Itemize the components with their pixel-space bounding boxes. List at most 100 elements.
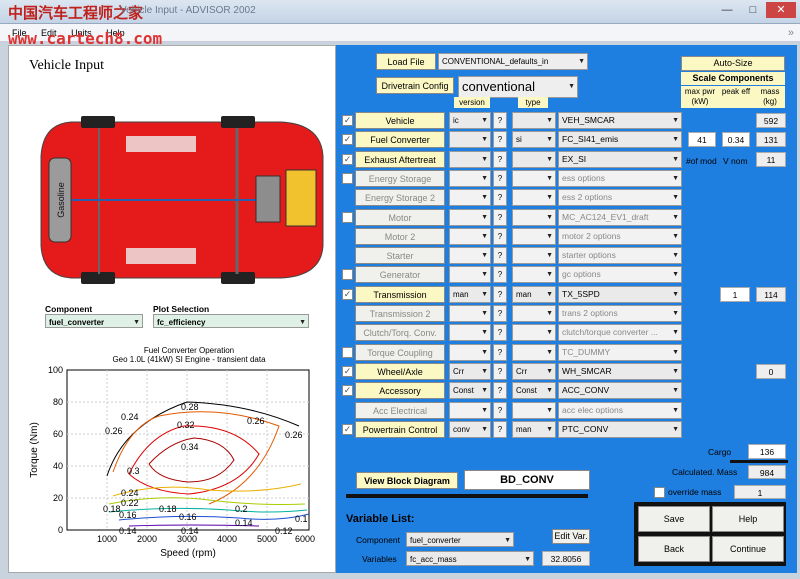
- version-select[interactable]: ▼: [449, 324, 491, 341]
- component-checkbox[interactable]: [342, 269, 353, 280]
- component-file-select[interactable]: ACC_CONV ▼: [558, 382, 682, 399]
- minimize-icon[interactable]: —: [714, 2, 740, 18]
- view-block-diagram-button[interactable]: View Block Diagram: [356, 472, 458, 489]
- override-mass-value[interactable]: 1: [734, 485, 786, 499]
- type-select[interactable]: Const ▼: [512, 382, 556, 399]
- component-button[interactable]: Energy Storage 2: [355, 189, 445, 206]
- type-select[interactable]: ▼: [512, 324, 556, 341]
- component-button[interactable]: Transmission 2: [355, 305, 445, 322]
- version-help-button[interactable]: ?: [493, 247, 507, 264]
- version-select[interactable]: Const ▼: [449, 382, 491, 399]
- type-select[interactable]: ▼: [512, 151, 556, 168]
- component-file-select[interactable]: PTC_CONV ▼: [558, 421, 682, 438]
- component-file-select[interactable]: FC_SI41_emis ▼: [558, 131, 682, 148]
- component-button[interactable]: Transmission: [355, 286, 445, 303]
- version-help-button[interactable]: ?: [493, 421, 507, 438]
- component-file-select[interactable]: clutch/torque converter ... ▼: [558, 324, 682, 341]
- component-button[interactable]: Powertrain Control: [355, 421, 445, 438]
- type-select[interactable]: ▼: [512, 228, 556, 245]
- type-select[interactable]: Crr ▼: [512, 363, 556, 380]
- component-file-select[interactable]: trans 2 options ▼: [558, 305, 682, 322]
- component-file-select[interactable]: VEH_SMCAR ▼: [558, 112, 682, 129]
- type-select[interactable]: ▼: [512, 402, 556, 419]
- version-help-button[interactable]: ?: [493, 286, 507, 303]
- component-checkbox[interactable]: ✓: [342, 366, 353, 377]
- component-file-select[interactable]: starter options ▼: [558, 247, 682, 264]
- version-select[interactable]: ▼: [449, 209, 491, 226]
- version-select[interactable]: ▼: [449, 189, 491, 206]
- close-icon[interactable]: ✕: [766, 2, 796, 18]
- override-mass-checkbox[interactable]: [654, 487, 665, 498]
- component-checkbox[interactable]: ✓: [342, 134, 353, 145]
- component-button[interactable]: Vehicle: [355, 112, 445, 129]
- version-help-button[interactable]: ?: [493, 363, 507, 380]
- type-select[interactable]: man ▼: [512, 421, 556, 438]
- version-help-button[interactable]: ?: [493, 112, 507, 129]
- component-button[interactable]: Accessory: [355, 382, 445, 399]
- component-button[interactable]: Acc Electrical: [355, 402, 445, 419]
- type-select[interactable]: ▼: [512, 189, 556, 206]
- version-select[interactable]: conv ▼: [449, 421, 491, 438]
- component-button[interactable]: Energy Storage: [355, 170, 445, 187]
- cargo-input[interactable]: 136: [748, 444, 786, 459]
- version-select[interactable]: ▼: [449, 170, 491, 187]
- peak-eff-input[interactable]: 0.34: [722, 132, 750, 147]
- component-file-select[interactable]: ess 2 options ▼: [558, 189, 682, 206]
- drivetrain-config-button[interactable]: Drivetrain Config: [376, 77, 454, 94]
- version-help-button[interactable]: ?: [493, 382, 507, 399]
- version-select[interactable]: ▼: [449, 402, 491, 419]
- type-select[interactable]: ▼: [512, 209, 556, 226]
- version-help-button[interactable]: ?: [493, 209, 507, 226]
- type-select[interactable]: ▼: [512, 344, 556, 361]
- type-select[interactable]: man ▼: [512, 286, 556, 303]
- max-power-input[interactable]: 1: [720, 287, 750, 302]
- component-checkbox[interactable]: ✓: [342, 289, 353, 300]
- version-select[interactable]: ▼: [449, 344, 491, 361]
- auto-size-button[interactable]: Auto-Size: [681, 56, 785, 71]
- component-file-select[interactable]: TX_5SPD ▼: [558, 286, 682, 303]
- type-select[interactable]: ▼: [512, 112, 556, 129]
- version-select[interactable]: man ▼: [449, 286, 491, 303]
- component-file-select[interactable]: motor 2 options ▼: [558, 228, 682, 245]
- version-help-button[interactable]: ?: [493, 402, 507, 419]
- component-file-select[interactable]: MC_AC124_EV1_draft ▼: [558, 209, 682, 226]
- save-button[interactable]: Save: [638, 506, 710, 532]
- var-component-select[interactable]: fuel_converter ▼: [406, 532, 514, 547]
- component-button[interactable]: Wheel/Axle: [355, 363, 445, 380]
- component-button[interactable]: Exhaust Aftertreat: [355, 151, 445, 168]
- version-help-button[interactable]: ?: [493, 170, 507, 187]
- component-button[interactable]: Clutch/Torq. Conv.: [355, 324, 445, 341]
- component-button[interactable]: Fuel Converter: [355, 131, 445, 148]
- component-file-select[interactable]: WH_SMCAR ▼: [558, 363, 682, 380]
- max-power-input[interactable]: 41: [688, 132, 716, 147]
- version-help-button[interactable]: ?: [493, 266, 507, 283]
- version-select[interactable]: ▼: [449, 247, 491, 264]
- component-button[interactable]: Motor 2: [355, 228, 445, 245]
- component-button[interactable]: Motor: [355, 209, 445, 226]
- version-help-button[interactable]: ?: [493, 344, 507, 361]
- component-checkbox[interactable]: ✓: [342, 424, 353, 435]
- help-button[interactable]: Help: [712, 506, 784, 532]
- version-help-button[interactable]: ?: [493, 189, 507, 206]
- component-checkbox[interactable]: ✓: [342, 115, 353, 126]
- version-help-button[interactable]: ?: [493, 324, 507, 341]
- component-file-select[interactable]: EX_SI ▼: [558, 151, 682, 168]
- component-file-select[interactable]: gc options ▼: [558, 266, 682, 283]
- version-select[interactable]: ▼: [449, 228, 491, 245]
- type-select[interactable]: ▼: [512, 170, 556, 187]
- version-select[interactable]: Crr ▼: [449, 363, 491, 380]
- component-button[interactable]: Generator: [355, 266, 445, 283]
- component-checkbox[interactable]: ✓: [342, 385, 353, 396]
- type-select[interactable]: si ▼: [512, 131, 556, 148]
- edit-var-button[interactable]: Edit Var.: [552, 529, 590, 544]
- version-select[interactable]: ic ▼: [449, 112, 491, 129]
- component-checkbox[interactable]: ✓: [342, 154, 353, 165]
- component-checkbox[interactable]: [342, 212, 353, 223]
- variables-select[interactable]: fc_acc_mass ▼: [406, 551, 534, 566]
- component-file-select[interactable]: ess options ▼: [558, 170, 682, 187]
- version-select[interactable]: ▼: [449, 305, 491, 322]
- version-help-button[interactable]: ?: [493, 131, 507, 148]
- load-file-select[interactable]: CONVENTIONAL_defaults_in ▼: [438, 53, 588, 70]
- component-button[interactable]: Torque Coupling: [355, 344, 445, 361]
- component-select[interactable]: fuel_converter ▼: [45, 314, 143, 328]
